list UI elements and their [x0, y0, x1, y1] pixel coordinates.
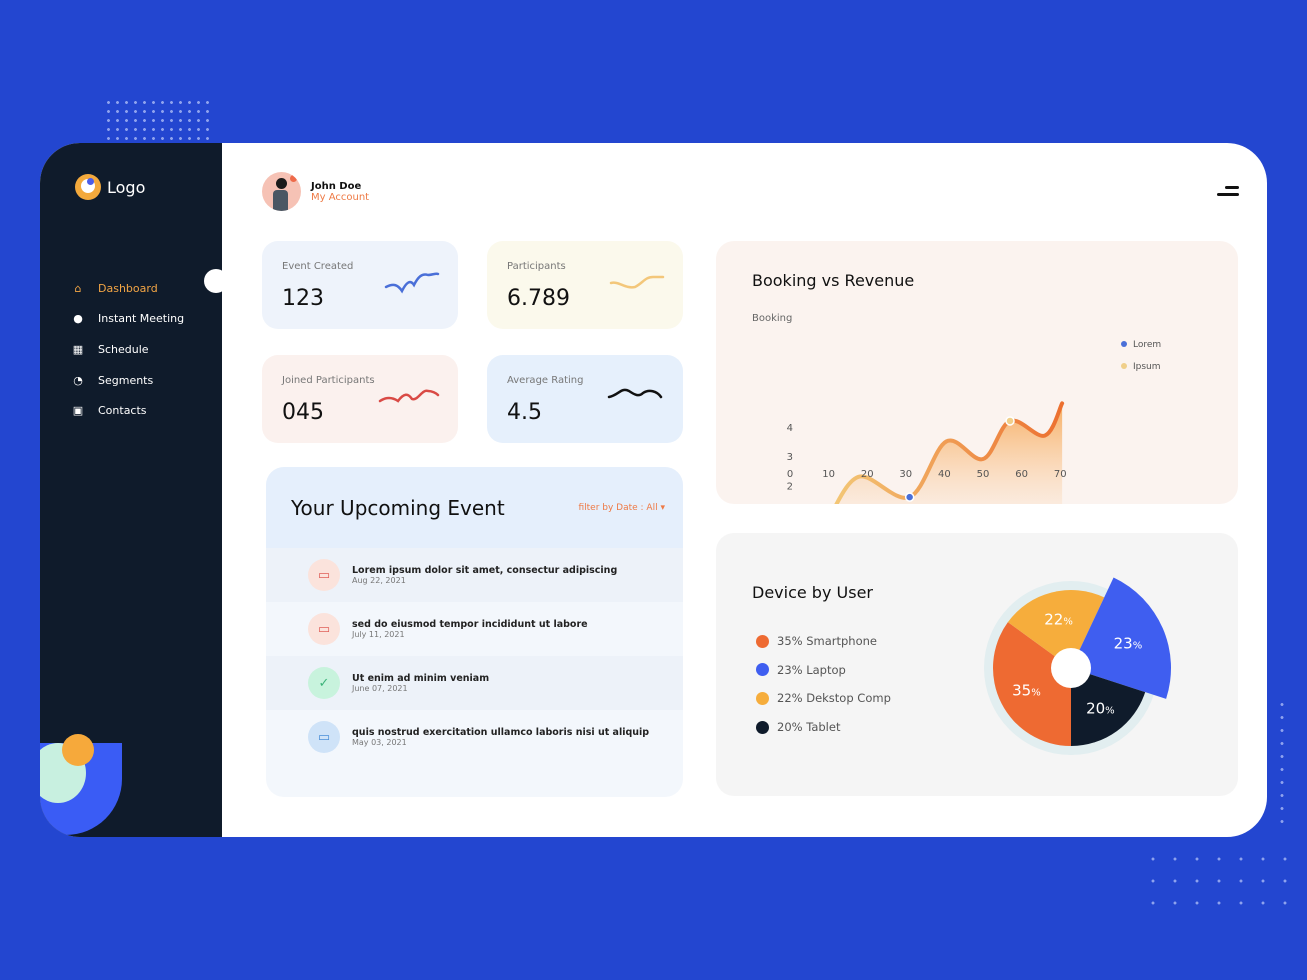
calendar-icon: ▭ — [308, 559, 340, 591]
check-icon: ✓ — [308, 667, 340, 699]
active-indicator — [204, 269, 228, 293]
event-date: Aug 22, 2021 — [352, 576, 406, 585]
device-by-user-panel: Device by User 35% Smartphone 23% Laptop 2… — [716, 533, 1238, 796]
home-icon: ⌂ — [74, 281, 82, 295]
events-title: Your Upcoming Event — [291, 495, 505, 520]
decor-dots — [1142, 848, 1294, 906]
calendar-icon: ▭ — [308, 613, 340, 645]
logo-text: Logo — [107, 177, 146, 197]
x-tick-label: 20 — [861, 469, 874, 480]
sidebar-item-label: Segments — [98, 373, 154, 387]
stat-card-participants: Participants 6.789 — [487, 241, 683, 329]
legend-label: Ipsum — [1133, 362, 1161, 372]
event-date: July 11, 2021 — [352, 630, 405, 639]
sidebar-item-label: Dashboard — [98, 281, 158, 295]
date-filter-dropdown[interactable]: filter by Date : All ▾ — [578, 503, 665, 513]
decor-dots — [104, 98, 212, 140]
y-tick-label: 3 — [787, 452, 793, 463]
booking-revenue-panel: Booking vs Revenue Booking 0 10 20 30 40 50 60… — [716, 241, 1238, 504]
x-tick-label: 70 — [1054, 469, 1067, 480]
data-point[interactable] — [1005, 416, 1015, 426]
sidebar-item-segments[interactable]: ◔ Segments — [72, 365, 184, 396]
sidebar-item-schedule[interactable]: ▦ Schedule — [72, 334, 184, 365]
dashboard-window: Logo ⌂ Dashboard ● Instant Meeting ▦ Schedu… — [40, 143, 1267, 837]
sidebar-nav: ⌂ Dashboard ● Instant Meeting ▦ Schedule ◔ S… — [72, 273, 184, 426]
x-tick-label: 50 — [977, 469, 990, 480]
sparkline — [609, 275, 665, 289]
sidebar-item-label: Contacts — [98, 404, 147, 418]
list-item[interactable]: ✓ Ut enim ad minim veniam June 07, 2021 — [266, 656, 683, 710]
stat-card-joined-participants: Joined Participants 045 — [262, 355, 458, 443]
data-point[interactable] — [904, 492, 915, 502]
filter-label: filter by Date : All — [578, 502, 658, 513]
video-icon: ▭ — [308, 721, 340, 753]
chat-icon: ● — [73, 312, 83, 326]
menu-icon[interactable] — [1217, 186, 1239, 200]
calendar-icon: ▦ — [72, 342, 84, 356]
list-item[interactable]: ▭ quis nostrud exercitation ullamco labor… — [266, 710, 683, 764]
booking-chart: Booking 0102030405060701234LoremIpsum — [752, 313, 1161, 504]
user-profile[interactable]: John Doe My Account — [262, 172, 369, 211]
x-tick-label: 60 — [1015, 469, 1028, 480]
contact-card-icon: ▣ — [72, 404, 84, 418]
y-tick-label: 2 — [787, 481, 793, 492]
sidebar-item-label: Instant Meeting — [98, 312, 185, 326]
caret-down-icon: ▾ — [660, 502, 665, 513]
y-tick-label: 4 — [787, 423, 793, 434]
legend-dot — [1121, 363, 1127, 369]
logo[interactable]: Logo — [75, 174, 145, 200]
decor-shape — [62, 734, 94, 766]
event-title: Lorem ipsum dolor sit amet, consectur ad… — [352, 565, 618, 576]
sparkline — [378, 389, 440, 403]
list-item[interactable]: ▭ sed do eiusmod tempor incididunt ut lab… — [266, 602, 683, 656]
event-title: sed do eiusmod tempor incididunt ut labo… — [352, 619, 588, 630]
event-title: Ut enim ad minim veniam — [352, 673, 490, 684]
sidebar-item-contacts[interactable]: ▣ Contacts — [72, 395, 184, 426]
decor-dots — [1276, 698, 1290, 828]
x-tick-label: 0 — [787, 469, 793, 480]
x-tick-label: 40 — [938, 469, 951, 480]
sparkline — [384, 272, 440, 294]
user-name: John Doe — [311, 180, 362, 192]
sidebar: Logo ⌂ Dashboard ● Instant Meeting ▦ Schedu… — [40, 143, 222, 837]
legend-dot — [1121, 341, 1127, 347]
my-account-link[interactable]: My Account — [311, 192, 369, 203]
stat-card-average-rating: Average Rating 4.5 — [487, 355, 683, 443]
list-item[interactable]: ▭ Lorem ipsum dolor sit amet, consectur a… — [266, 548, 683, 602]
avatar — [262, 172, 301, 211]
stat-card-event-created: Event Created 123 — [262, 241, 458, 329]
y-axis-label: Booking — [752, 313, 792, 324]
pie-segment-icon: ◔ — [73, 373, 83, 387]
logo-icon — [75, 174, 101, 200]
legend-label: Lorem — [1133, 340, 1161, 350]
x-tick-label: 10 — [822, 469, 835, 480]
event-title: quis nostrud exercitation ullamco labori… — [352, 727, 650, 738]
sidebar-item-dashboard[interactable]: ⌂ Dashboard — [72, 273, 184, 304]
sparkline — [607, 388, 663, 399]
x-tick-label: 30 — [899, 469, 912, 480]
area-fill — [836, 403, 1063, 504]
upcoming-events-panel: Your Upcoming Event filter by Date : All … — [266, 467, 683, 797]
sidebar-item-instant-meeting[interactable]: ● Instant Meeting — [72, 304, 184, 335]
status-dot — [290, 175, 297, 182]
event-date: June 07, 2021 — [352, 684, 408, 693]
device-pie-chart: 35%22%23%20% — [984, 577, 1171, 755]
pie-center — [1051, 648, 1091, 688]
sidebar-item-label: Schedule — [98, 342, 149, 356]
event-date: May 03, 2021 — [352, 738, 407, 747]
